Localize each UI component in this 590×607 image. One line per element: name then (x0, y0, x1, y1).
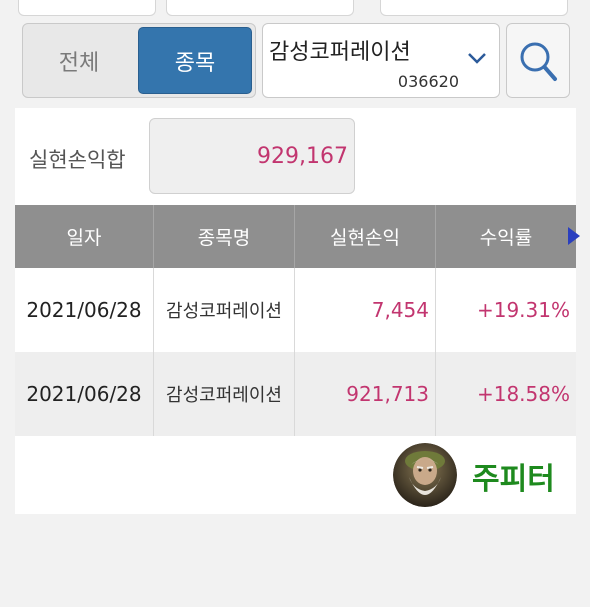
header-date: 일자 (15, 205, 154, 268)
top-stub-middle (166, 0, 354, 16)
table-header: 일자 종목명 실현손익 수익률 (15, 205, 580, 268)
chevron-down-icon (468, 53, 486, 64)
cell-name: 감성코퍼레이션 (154, 352, 295, 436)
tab-all[interactable]: 전체 (23, 24, 135, 97)
summary-panel: 실현손익합 929,167 (15, 108, 576, 205)
stock-code: 036620 (397, 72, 459, 91)
cell-profit: 7,454 (295, 268, 436, 352)
summary-value: 929,167 (257, 144, 348, 169)
filter-segment: 전체 종목 (22, 23, 256, 98)
table-row[interactable]: 2021/06/28 감성코퍼레이션 7,454 +19.31% (15, 268, 576, 352)
cell-date: 2021/06/28 (15, 268, 154, 352)
top-stub-right (380, 0, 568, 16)
cell-profit: 921,713 (295, 352, 436, 436)
header-rate-label: 수익률 (479, 227, 533, 249)
summary-label: 실현손익합 (29, 148, 126, 172)
cell-rate: +18.58% (476, 382, 570, 406)
trade-table: 일자 종목명 실현손익 수익률 2021/06/28 감성코퍼레이션 7,454… (15, 205, 580, 436)
watermark-footer: 주피터 (15, 436, 576, 514)
header-rate: 수익률 (436, 205, 580, 268)
zeus-avatar (393, 443, 457, 507)
search-button[interactable] (506, 23, 570, 98)
table-row[interactable]: 2021/06/28 감성코퍼레이션 921,713 +18.58% (15, 352, 576, 436)
stock-selector[interactable]: 감성코퍼레이션 036620 (262, 23, 500, 98)
cell-name: 감성코퍼레이션 (154, 268, 295, 352)
watermark-brand: 주피터 (472, 462, 555, 497)
header-profit: 실현손익 (295, 205, 436, 268)
search-icon (520, 42, 557, 81)
cell-date: 2021/06/28 (15, 352, 154, 436)
cell-rate: +19.31% (476, 298, 570, 322)
triangle-right-icon[interactable] (568, 227, 580, 245)
tab-stock[interactable]: 종목 (138, 27, 252, 94)
header-name: 종목명 (154, 205, 295, 268)
summary-box: 929,167 (149, 118, 355, 194)
top-stub-left (18, 0, 156, 16)
stock-name: 감성코퍼레이션 (269, 40, 411, 65)
